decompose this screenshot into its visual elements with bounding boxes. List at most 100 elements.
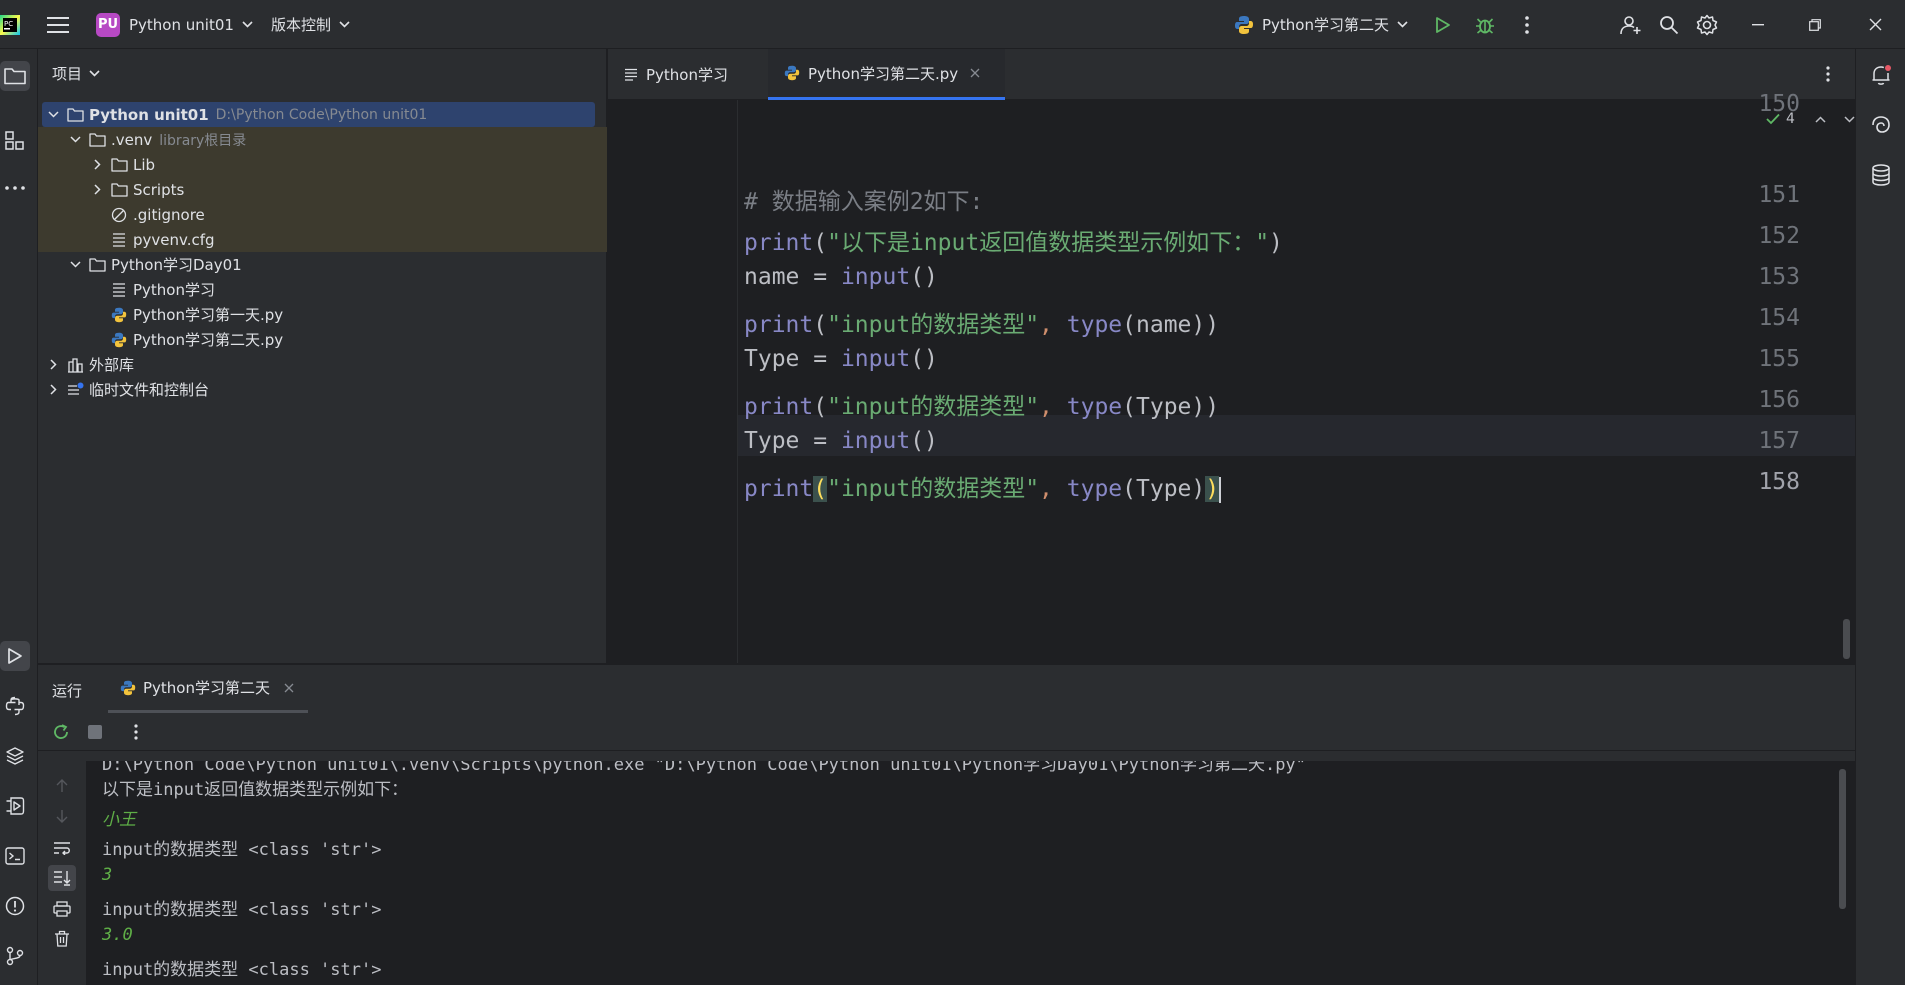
chevron-up-icon[interactable] [1815,115,1826,123]
chevron-right-icon[interactable] [90,159,104,170]
tree-row-day2-py[interactable]: Python学习第二天.py [38,327,607,352]
vcs-widget[interactable]: 版本控制 [271,0,350,49]
services-icon[interactable] [0,791,30,821]
chevron-down-icon[interactable] [68,261,82,268]
run-config-selector[interactable]: Python学习第二天 [1234,0,1408,49]
chevron-right-icon[interactable] [46,384,60,395]
console-output[interactable]: D:\Python Code\Python unit01\.venv\Scrip… [86,761,1855,985]
code-line[interactable]: # 数据输入案例2如下: [744,182,983,216]
chevron-down-icon[interactable] [1844,115,1855,123]
tree-label: Lib [133,155,156,174]
tree-row-venv[interactable]: .venv library根目录 [38,127,607,152]
more-actions-icon[interactable] [134,724,138,740]
run-button[interactable] [1434,0,1452,49]
tree-row-pyvenv-cfg[interactable]: pyvenv.cfg [38,227,607,252]
code-line[interactable]: name = input() [744,264,938,290]
code-function: type [1066,312,1123,338]
code-line[interactable]: print("input的数据类型", type(Type)) [744,387,1219,421]
code-function: type [1066,476,1123,502]
app-logo[interactable]: PC [0,0,22,49]
more-tools-icon[interactable] [0,173,30,203]
close-tab-icon[interactable] [284,683,294,693]
close-window-icon[interactable] [1869,0,1882,49]
tree-row-lib[interactable]: Lib [38,152,607,177]
rerun-icon[interactable] [52,723,70,741]
tree-label: pyvenv.cfg [133,230,215,249]
python-console-icon[interactable] [0,691,30,721]
chevron-down-icon[interactable] [46,111,60,118]
code-line[interactable]: Type = input() [744,346,938,372]
tree-row-gitignore[interactable]: .gitignore [38,202,607,227]
structure-icon[interactable] [0,126,30,156]
code-variable: Type [744,428,800,454]
tree-row-project-root[interactable]: Python unit01 D:\Python Code\Python unit… [38,102,607,127]
search-icon[interactable] [1659,0,1679,49]
problems-icon[interactable] [0,891,30,921]
ignored-file-icon [110,206,128,224]
notifications-bell-icon[interactable] [1866,60,1896,90]
restore-window-icon[interactable] [1809,0,1821,49]
scratches-icon [66,381,84,399]
database-icon[interactable] [1866,160,1896,190]
close-tab-icon[interactable] [970,68,980,78]
scroll-to-end-icon[interactable] [48,865,76,891]
tree-row-python-study[interactable]: Python学习 [38,277,607,302]
scroll-down-icon[interactable] [48,803,76,829]
tree-label: Scripts [133,180,185,199]
console-scrollbar[interactable] [1839,769,1846,909]
tree-row-external-libraries[interactable]: 外部库 [38,352,607,377]
tab-python-study[interactable]: Python学习 [608,49,768,100]
soft-wrap-icon[interactable] [48,835,76,861]
tab-python-day2[interactable]: Python学习第二天.py [768,49,1005,100]
tree-label: Python学习 [133,281,215,299]
tree-row-scripts[interactable]: Scripts [38,177,607,202]
editor-area: Python学习 Python学习第二天.py 4 150 151 152 15… [608,49,1855,663]
project-toolwindow-folder-icon[interactable] [0,61,30,91]
console-input-line: 3.0 [102,925,133,945]
trash-icon[interactable] [48,925,76,951]
scroll-up-icon[interactable] [48,773,76,799]
chevron-down-icon[interactable] [68,136,82,143]
add-user-icon[interactable] [1620,0,1642,49]
line-number: 151 [1758,182,1800,208]
git-icon[interactable] [0,941,30,971]
project-header-label: 项目 [52,65,83,83]
minimize-window-icon[interactable] [1752,0,1764,49]
main-menu-button[interactable] [47,0,69,49]
project-view-selector[interactable]: 项目 [52,63,100,84]
more-actions-icon[interactable] [1525,0,1529,49]
tree-row-day1-py[interactable]: Python学习第一天.py [38,302,607,327]
run-toolbar [38,713,1855,751]
tab-options-icon[interactable] [1826,66,1830,82]
code-line-current[interactable]: print("input的数据类型", type(Type)) [744,469,1222,503]
tree-label: 外部库 [89,356,135,374]
python-icon [120,680,136,696]
terminal-icon[interactable] [0,841,30,871]
ai-assistant-icon[interactable] [1866,110,1896,140]
stop-icon[interactable] [88,725,102,739]
tree-label: Python学习第一天.py [133,306,284,324]
console-output-line: input的数据类型 <class 'str'> [102,960,382,980]
run-tab-label: Python学习第二天 [143,679,270,697]
run-toolwindow-icon[interactable] [0,641,30,671]
python-packages-icon[interactable] [0,741,30,771]
project-name: Python unit01 [129,15,234,34]
tree-row-python-day01[interactable]: Python学习Day01 [38,252,607,277]
project-widget[interactable]: PU Python unit01 [96,0,253,49]
chevron-right-icon[interactable] [90,184,104,195]
run-header: 运行 Python学习第二天 [38,665,1855,713]
settings-gear-icon[interactable] [1696,0,1718,49]
run-tab[interactable]: Python学习第二天 [108,665,308,713]
code-line[interactable]: print("input的数据类型", type(name)) [744,305,1219,339]
tree-row-scratches[interactable]: 临时文件和控制台 [38,377,607,402]
print-icon[interactable] [48,896,76,922]
chevron-down-icon [1397,21,1408,28]
tree-label: 临时文件和控制台 [89,381,210,399]
editor-tab-bar: Python学习 Python学习第二天.py [608,49,1855,100]
chevron-right-icon[interactable] [46,359,60,370]
line-number-gutter [608,100,738,663]
code-line[interactable]: Type = input() [744,428,938,454]
code-line[interactable]: print("以下是input返回值数据类型示例如下：") [744,223,1283,257]
debug-button[interactable] [1475,0,1495,49]
editor-scrollbar[interactable] [1843,619,1850,659]
